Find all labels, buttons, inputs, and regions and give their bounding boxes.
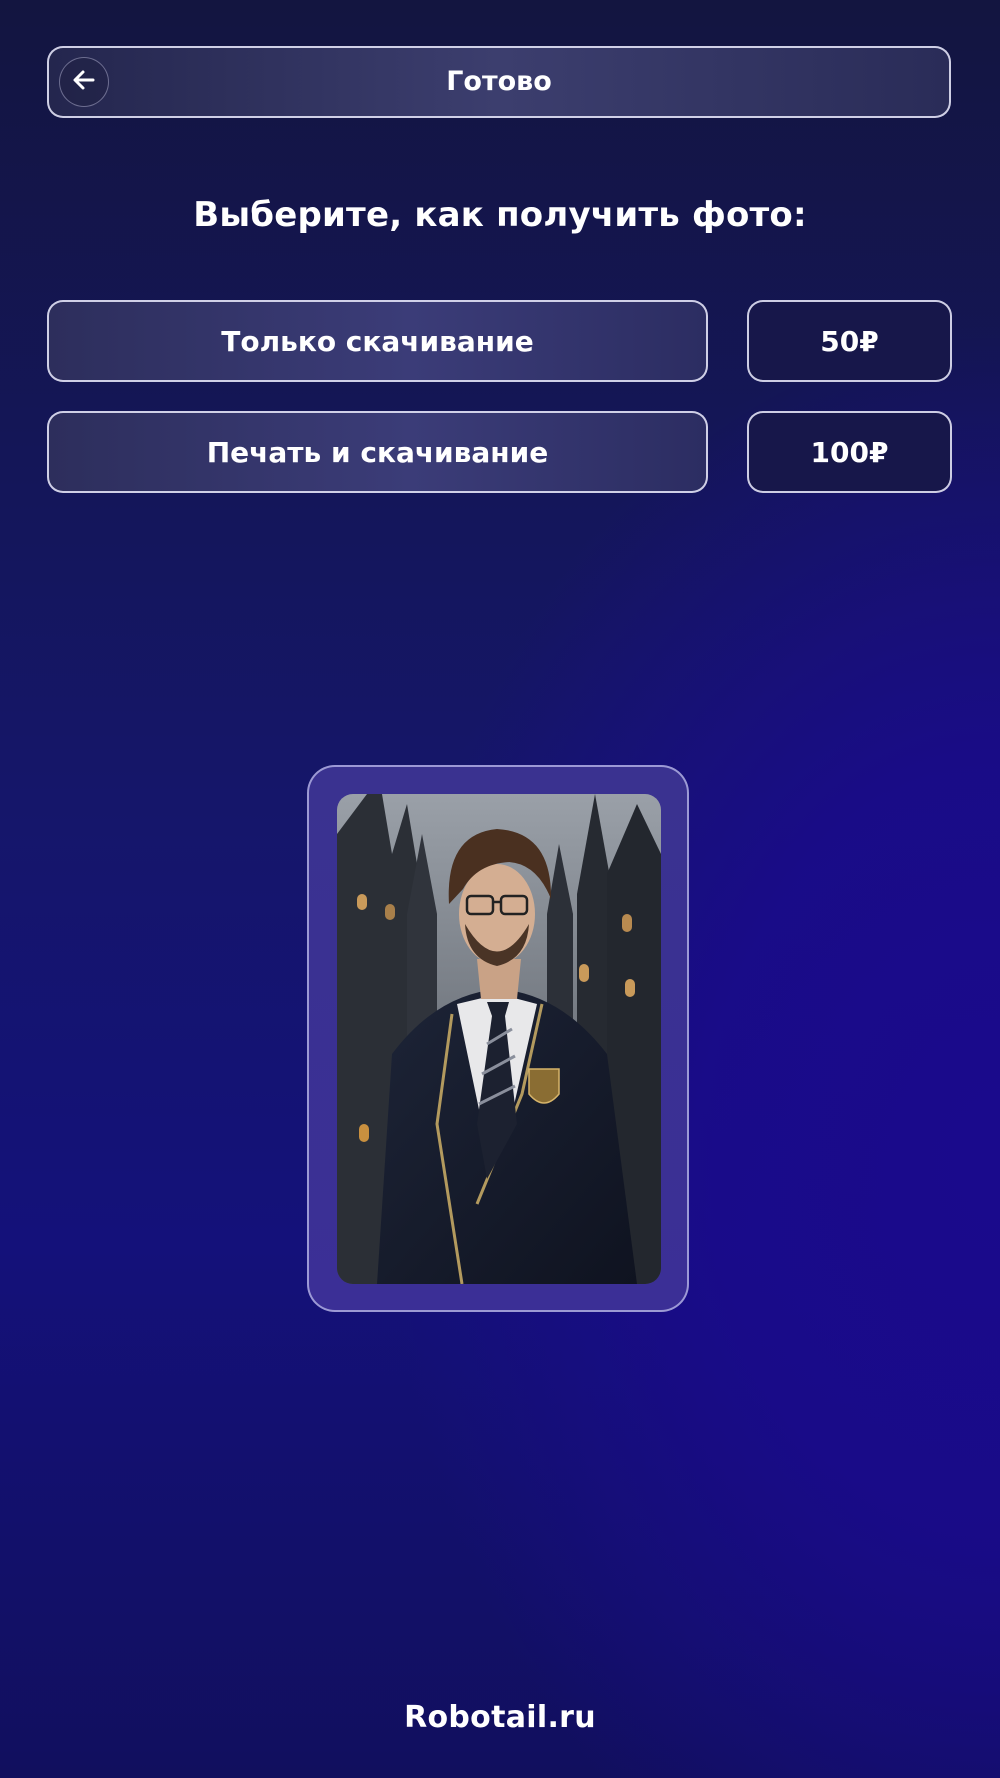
brand-footer: Robotail.ru <box>404 1700 596 1735</box>
price-label: 50₽ <box>820 324 879 358</box>
option-label: Только скачивание <box>221 324 534 358</box>
portrait-illustration <box>337 794 661 1284</box>
photo-preview-card <box>307 765 689 1312</box>
option-print-and-download-price[interactable]: 100₽ <box>747 411 952 493</box>
option-download-only-price[interactable]: 50₽ <box>747 300 952 382</box>
option-download-only-button[interactable]: Только скачивание <box>47 300 708 382</box>
header-bar: Готово <box>47 46 951 118</box>
page-title: Готово <box>446 66 552 97</box>
option-print-and-download-button[interactable]: Печать и скачивание <box>47 411 708 493</box>
photo-preview <box>337 794 661 1284</box>
price-label: 100₽ <box>810 435 889 469</box>
choose-delivery-heading: Выберите, как получить фото: <box>193 195 807 235</box>
option-label: Печать и скачивание <box>206 435 549 469</box>
